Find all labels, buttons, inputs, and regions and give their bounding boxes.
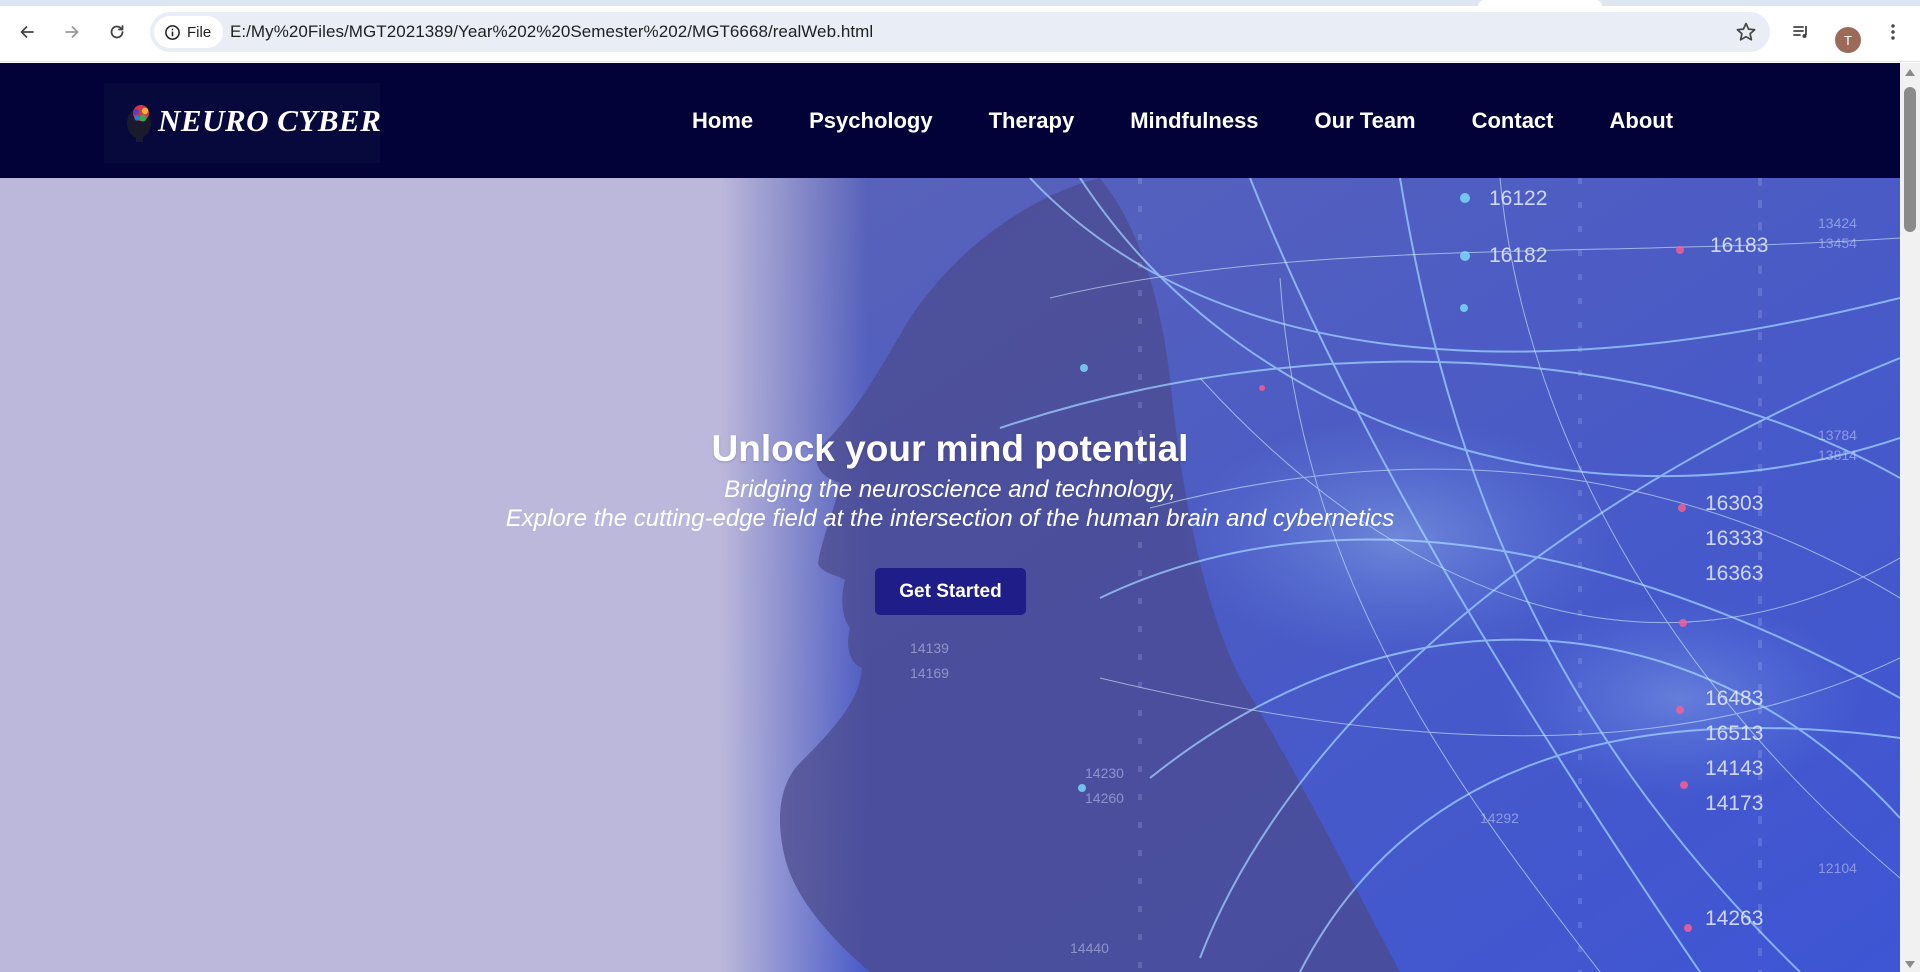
- hero-subtitle-line1: Bridging the neuroscience and technology…: [724, 476, 1176, 503]
- hero-number: 16182: [1489, 244, 1547, 267]
- reload-icon: [110, 25, 124, 39]
- url-text[interactable]: E:/My%20Files/MGT2021389/Year%202%20Seme…: [230, 12, 873, 52]
- hero-section: 16122 16182 16183 16303 16333 16363 1648…: [0, 178, 1900, 972]
- forward-icon: [65, 26, 79, 38]
- site-info-chip[interactable]: File: [154, 16, 224, 48]
- nav-mindfulness[interactable]: Mindfulness: [1130, 108, 1258, 134]
- hero-title: Unlock your mind potential: [711, 428, 1189, 469]
- main-nav: Home Psychology Therapy Mindfulness Our …: [692, 63, 1729, 178]
- hero-number: 16363: [1705, 562, 1763, 585]
- scroll-down-arrow-icon[interactable]: [1905, 961, 1915, 968]
- kebab-menu-icon: [1891, 24, 1895, 40]
- site-navbar: NEURO CYBER Home Psychology Therapy Mind…: [0, 63, 1900, 178]
- page-viewport: NEURO CYBER Home Psychology Therapy Mind…: [0, 63, 1920, 972]
- hero-number: 13424: [1818, 215, 1857, 231]
- hero-number: 14230: [1085, 765, 1124, 781]
- hero-number: 16513: [1705, 722, 1763, 745]
- nav-therapy[interactable]: Therapy: [989, 108, 1075, 134]
- hero-number: 16483: [1705, 687, 1763, 710]
- info-icon: [165, 24, 180, 40]
- address-bar[interactable]: File E:/My%20Files/MGT2021389/Year%202%2…: [150, 12, 1770, 52]
- browser-toolbar: File E:/My%20Files/MGT2021389/Year%202%2…: [0, 6, 1920, 62]
- forward-button[interactable]: [54, 14, 90, 50]
- hero-number: 14292: [1480, 810, 1519, 826]
- star-icon[interactable]: [1734, 20, 1758, 44]
- media-controls-icon: [1793, 26, 1807, 38]
- hero-number: 14263: [1705, 907, 1763, 930]
- nav-about[interactable]: About: [1610, 108, 1674, 134]
- nav-contact[interactable]: Contact: [1472, 108, 1554, 134]
- back-icon: [20, 26, 34, 38]
- hero-number: 14139: [910, 640, 949, 656]
- nav-home[interactable]: Home: [692, 108, 753, 134]
- scroll-up-arrow-icon[interactable]: [1905, 69, 1915, 76]
- nav-our-team[interactable]: Our Team: [1315, 108, 1416, 134]
- hero-subtitle-line2: Explore the cutting-edge field at the in…: [505, 505, 1395, 532]
- hero-number: 14260: [1085, 790, 1124, 806]
- hero-number: 14440: [1070, 940, 1109, 956]
- browser-menu-button[interactable]: [1875, 14, 1911, 50]
- hero-number: 14173: [1705, 792, 1763, 815]
- hero-number: 13454: [1818, 235, 1857, 251]
- media-controls-button[interactable]: [1783, 14, 1819, 50]
- site-logo[interactable]: NEURO CYBER: [104, 83, 382, 163]
- get-started-button[interactable]: Get Started: [875, 568, 1026, 615]
- scrollbar-thumb[interactable]: [1904, 87, 1916, 232]
- hero-number: 14143: [1705, 757, 1763, 780]
- brain-icon: [127, 105, 151, 142]
- hero-number: 12104: [1818, 860, 1857, 876]
- hero-number: 14169: [910, 665, 949, 681]
- hero-number: 16122: [1489, 187, 1547, 210]
- back-button[interactable]: [9, 14, 45, 50]
- page-scrollbar[interactable]: [1900, 63, 1920, 972]
- logo-text: NEURO CYBER: [158, 103, 382, 138]
- nav-psychology[interactable]: Psychology: [809, 108, 932, 134]
- reload-button[interactable]: [99, 14, 135, 50]
- site-chip-label: File: [187, 23, 212, 41]
- avatar[interactable]: T: [1835, 27, 1861, 53]
